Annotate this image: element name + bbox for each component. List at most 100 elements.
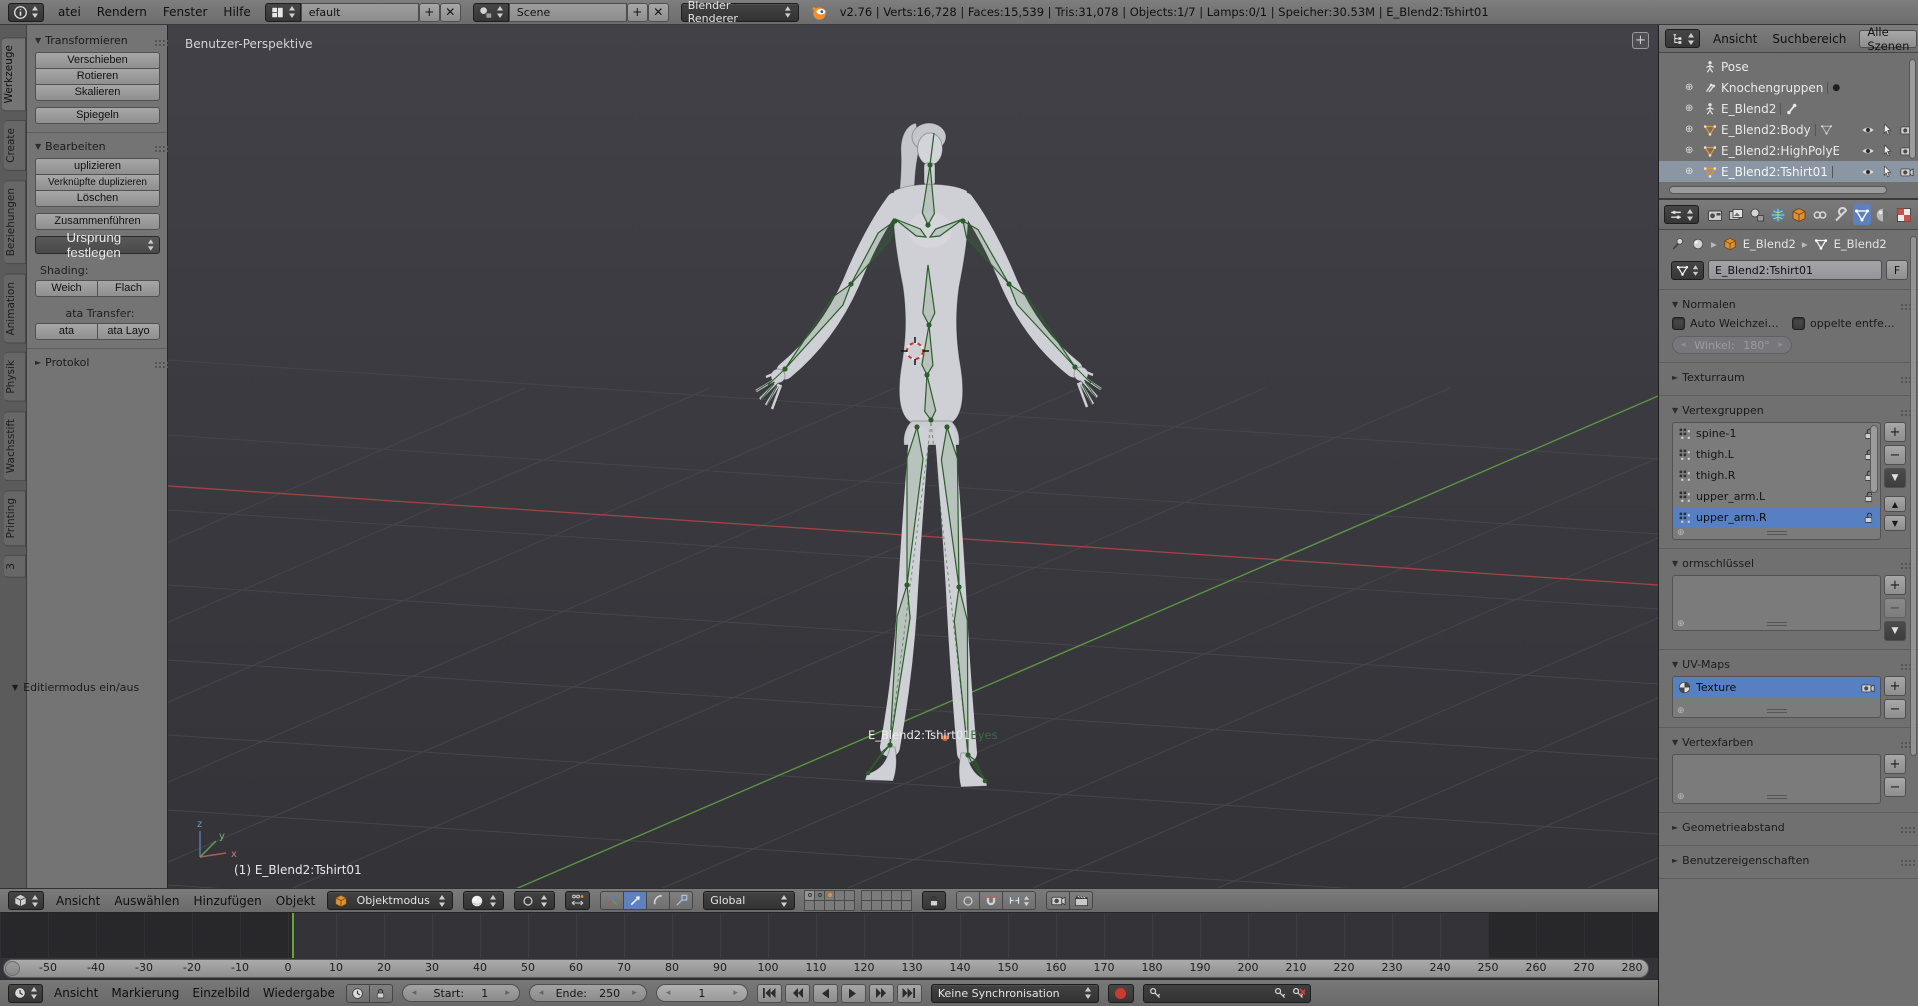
tab-modifiers[interactable] [1832,204,1850,225]
jump-to-end-button[interactable] [896,983,922,1003]
list-resize-grip[interactable] [1766,622,1787,626]
next-keyframe-button[interactable] [868,983,894,1003]
tab-object-data[interactable] [1853,204,1871,225]
delete-keyframe-icon[interactable] [1292,987,1305,1000]
menu-frame[interactable]: Einzelbild [190,986,251,1000]
region-plus-button[interactable]: + [1632,32,1649,49]
vgroup-row[interactable]: thigh.R [1673,465,1880,486]
panel-header-history[interactable]: ► Protokol [35,356,160,369]
properties-scrollbar[interactable] [1910,236,1917,756]
tab-object[interactable] [1790,204,1808,225]
expand-icon[interactable]: ⊕ [1685,145,1697,156]
menu-search[interactable]: Suchbereich [1770,32,1848,46]
duplicate-linked-button[interactable]: Verknüpfte duplizieren [35,174,160,191]
add-scene-button[interactable]: + [626,2,648,22]
list-scrollbar[interactable] [1870,425,1878,493]
selectable-cursor-icon[interactable] [1881,144,1894,157]
scale-manipulator-button[interactable] [669,891,694,910]
tab-material[interactable] [1874,204,1892,225]
tab-render[interactable] [1706,204,1724,225]
auto-smooth-checkbox[interactable]: Auto Weichzei… [1672,317,1786,330]
outliner-hscrollbar[interactable] [1669,186,1887,194]
expand-icon[interactable]: ⊕ [1685,166,1697,177]
prev-keyframe-button[interactable] [784,983,810,1003]
decrement-arrow-icon[interactable]: ◂ [412,988,417,998]
tab-printing[interactable]: Printing [4,489,26,547]
sync-mode-selector[interactable]: Keine Synchronisation [930,983,1099,1003]
layer-cell[interactable] [901,899,913,911]
visibility-eye-icon[interactable] [1861,123,1875,137]
add-uv-map-button[interactable]: + [1884,676,1906,696]
panel-header-editmode[interactable]: ▼ Editiermodus ein/aus [12,681,162,694]
timeline-canvas[interactable] [0,913,1658,958]
menu-file[interactable]: atei [56,5,83,19]
rotate-button[interactable]: Rotieren [35,68,160,85]
editor-type-info[interactable] [8,2,44,22]
mode-selector[interactable]: Objektmodus [327,891,454,910]
panel-header-geometry[interactable]: ► Geometrieabstand [1672,821,1906,834]
datablock-name-input[interactable] [1708,260,1882,280]
opengl-render-image-button[interactable] [1046,891,1071,910]
uv-maps-list[interactable]: Texture ⊕ [1672,676,1881,718]
panel-header-edit[interactable]: ▼ Bearbeiten [35,140,160,153]
record-button[interactable] [1107,983,1134,1003]
double-sided-checkbox[interactable]: oppelte entfe… [1792,317,1906,330]
outliner-vscrollbar[interactable] [1909,59,1916,159]
frame-start-field[interactable]: ◂ Start: 1 ▸ [401,984,520,1002]
mirror-button[interactable]: Spiegeln [35,107,160,124]
tab-wachsstift[interactable]: Wachsstift [4,410,26,481]
lock-to-scene-toggle[interactable] [922,891,947,910]
tab-constraints[interactable] [1811,204,1829,225]
outliner-row-pose[interactable]: Pose [1659,56,1918,77]
panel-header-custom-properties[interactable]: ► Benutzereigenschaften [1672,854,1906,867]
tab-physik[interactable]: Physik [4,352,26,402]
panel-header-normals[interactable]: ▼ Normalen [1672,298,1906,311]
editor-type-outliner[interactable] [1665,29,1700,48]
expand-icon[interactable]: ⊕ [1685,103,1697,114]
viewport-3d[interactable]: Benutzer-Perspektive + E_Blend2:Tshirt01… [168,25,1658,888]
play-button[interactable] [840,983,866,1003]
list-expand-icon[interactable]: ⊕ [1677,706,1685,716]
move-vgroup-down-button[interactable]: ▼ [1884,515,1906,531]
menu-help[interactable]: Hilfe [221,5,252,19]
menu-window[interactable]: Fenster [161,5,210,19]
panel-header-texture-space[interactable]: ► Texturraum [1672,371,1906,384]
increment-arrow-icon[interactable]: ▸ [505,988,510,998]
render-camera-icon[interactable] [1861,681,1875,695]
renderable-camera-icon[interactable] [1900,165,1914,179]
use-preview-range-button[interactable] [345,983,370,1003]
menu-object[interactable]: Objekt [274,894,317,908]
scene-selector[interactable] [472,2,509,22]
shape-keys-list[interactable]: ⊕ [1672,575,1881,631]
datablock-type-chip[interactable] [1671,260,1704,280]
tab-scene[interactable] [1748,204,1766,225]
tab-render-layers[interactable] [1727,204,1745,225]
tab-werkzeuge[interactable]: Werkzeuge [2,37,26,112]
shape-key-specials-menu[interactable]: ▼ [1884,621,1906,641]
outliner-row-highpolyeyes[interactable]: ⊕ E_Blend2:HighPolyEyes [1659,140,1918,161]
panel-header-vertex-colors[interactable]: ▼ Vertexfarben [1672,736,1906,749]
duplicate-button[interactable]: uplizieren [35,158,160,175]
menu-render[interactable]: Rendern [95,5,149,19]
visibility-eye-icon[interactable] [1861,144,1875,158]
set-origin-dropdown[interactable]: Ursprung festlegen [35,230,160,260]
expand-icon[interactable]: ⊕ [1685,82,1697,93]
timeline-ruler[interactable]: -50 -40 -30 -20 -10 0 10 20 30 40 50 60 70 80 90 100 110… [0,958,1658,979]
play-reverse-button[interactable] [812,983,838,1003]
translate-button[interactable]: Verschieben [35,52,160,69]
current-frame-line[interactable] [292,913,294,958]
menu-view-timeline[interactable]: Ansicht [52,986,100,1000]
list-resize-grip[interactable] [1766,795,1787,799]
layer-cell[interactable] [844,899,856,911]
jump-to-start-button[interactable] [756,983,782,1003]
current-frame-field[interactable]: ◂ 1 ▸ [655,984,748,1002]
selectable-cursor-icon[interactable] [1881,165,1894,178]
scene-name[interactable]: Scene [508,2,627,22]
close-scene-button[interactable]: ✕ [647,2,669,22]
tab-texture[interactable] [1895,204,1913,225]
display-mode-dropdown[interactable]: Alle Szenen [1859,25,1918,53]
editor-type-timeline[interactable] [8,983,43,1003]
menu-view[interactable]: Ansicht [54,894,102,908]
data-layout-button[interactable]: ata Layo [97,323,160,340]
outliner-row-bonegroups[interactable]: ⊕ Knochengruppen ● [1659,77,1918,98]
